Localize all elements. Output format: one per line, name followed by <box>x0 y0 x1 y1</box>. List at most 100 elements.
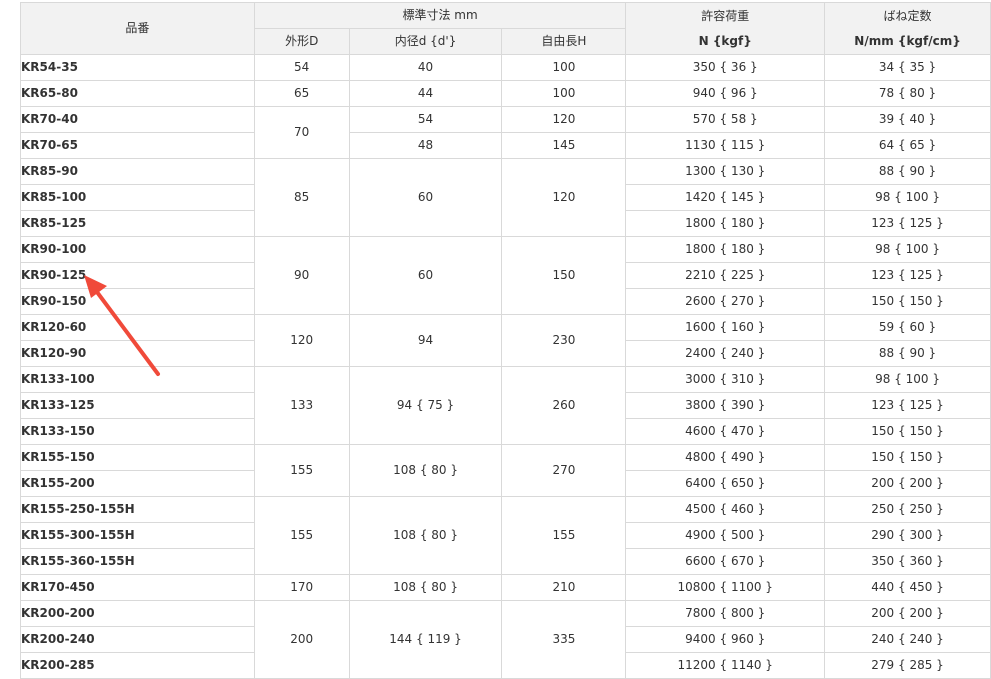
part-number-cell: KR85-125 <box>20 210 255 237</box>
table-row: KR120-60 120 94 230 1600 { 160 } 59 { 60 } <box>20 314 991 367</box>
allowable-load-cell: 3800 { 390 } <box>625 392 826 419</box>
spring-rate-cell: 88 { 90 } <box>824 340 991 367</box>
table-row: KR133-100 133 94 { 75 } 260 3000 { 310 } 98 {… <box>20 366 991 445</box>
inner-diameter-cell: 54 <box>348 106 503 133</box>
part-number-cell: KR155-150 <box>20 444 255 471</box>
spring-rate-cell: 98 { 100 } <box>824 184 991 211</box>
outer-diameter-cell: 85 <box>253 158 350 237</box>
allowable-load-cell: 4600 { 470 } <box>625 418 826 445</box>
part-number-cell: KR155-360-155H <box>20 548 255 575</box>
spring-rate-cell: 98 { 100 } <box>824 236 991 263</box>
free-length-cell: 210 <box>501 574 627 601</box>
spring-rate-cell: 200 { 200 } <box>824 600 991 627</box>
spring-rate-cell: 123 { 125 } <box>824 210 991 237</box>
part-number-cell: KR85-90 <box>20 158 255 185</box>
part-number-cell: KR155-200 <box>20 470 255 497</box>
inner-diameter-cell: 94 <box>348 314 503 367</box>
header-load-line1: 許容荷重 <box>701 8 750 23</box>
part-number-cell: KR65-80 <box>20 80 255 107</box>
header-outer-d: 外形D <box>253 28 350 55</box>
spring-rate-cell: 440 { 450 } <box>824 574 991 601</box>
table-row: KR155-250-155H 155 108 { 80 } 155 4500 { 460… <box>20 496 991 575</box>
free-length-cell: 270 <box>501 444 627 497</box>
table-row: KR65-80 65 44 100 940 { 96 } 78 { 80 } <box>20 80 991 107</box>
inner-diameter-cell: 60 <box>348 236 503 315</box>
table-row: KR70-40 70 54 120 570 { 58 } 39 { 40 } <box>20 106 991 159</box>
outer-diameter-cell: 120 <box>253 314 350 367</box>
spring-rate-cell: 78 { 80 } <box>824 80 991 107</box>
header-row-1: 品番 標準寸法 mm 許容荷重 N {kgf} ばね定数 N/mm {kgf/c… <box>20 2 991 55</box>
allowable-load-cell: 6400 { 650 } <box>625 470 826 497</box>
header-free-length: 自由長H <box>501 28 627 55</box>
part-number-cell: KR155-250-155H <box>20 496 255 523</box>
allowable-load-cell: 7800 { 800 } <box>625 600 826 627</box>
allowable-load-cell: 6600 { 670 } <box>625 548 826 575</box>
spring-rate-cell: 123 { 125 } <box>824 392 991 419</box>
outer-diameter-cell: 155 <box>253 444 350 497</box>
spring-spec-table: 品番 標準寸法 mm 許容荷重 N {kgf} ばね定数 N/mm {kgf/c… <box>20 2 991 679</box>
table-row: KR170-450 170 108 { 80 } 210 10800 { 1100 } 4… <box>20 574 991 601</box>
inner-diameter-cell: 108 { 80 } <box>348 496 503 575</box>
header-part-no: 品番 <box>20 2 255 55</box>
header-load-line2: N {kgf} <box>698 33 752 48</box>
spring-rate-cell: 200 { 200 } <box>824 470 991 497</box>
part-number-cell: KR170-450 <box>20 574 255 601</box>
spring-rate-cell: 240 { 240 } <box>824 626 991 653</box>
header-spring-rate: ばね定数 N/mm {kgf/cm} <box>824 2 991 55</box>
free-length-cell: 335 <box>501 600 627 679</box>
allowable-load-cell: 2600 { 270 } <box>625 288 826 315</box>
allowable-load-cell: 1600 { 160 } <box>625 314 826 341</box>
allowable-load-cell: 1800 { 180 } <box>625 210 826 237</box>
outer-diameter-cell: 170 <box>253 574 350 601</box>
spring-rate-cell: 150 { 150 } <box>824 444 991 471</box>
outer-diameter-cell: 70 <box>253 106 350 159</box>
free-length-cell: 145 <box>501 132 627 159</box>
inner-diameter-cell: 60 <box>348 158 503 237</box>
allowable-load-cell: 3000 { 310 } <box>625 366 826 393</box>
allowable-load-cell: 940 { 96 } <box>625 80 826 107</box>
inner-diameter-cell: 44 <box>348 80 503 107</box>
spec-table-body: KR54-35 54 40 100 350 { 36 } 34 { 35 } KR65-80… <box>20 54 991 679</box>
part-number-cell: KR133-125 <box>20 392 255 419</box>
part-number-cell: KR200-285 <box>20 652 255 679</box>
header-std-dim: 標準寸法 mm <box>253 2 627 29</box>
table-row: KR54-35 54 40 100 350 { 36 } 34 { 35 } <box>20 54 991 81</box>
outer-diameter-cell: 65 <box>253 80 350 107</box>
allowable-load-cell: 4800 { 490 } <box>625 444 826 471</box>
part-number-cell: KR85-100 <box>20 184 255 211</box>
spring-rate-cell: 59 { 60 } <box>824 314 991 341</box>
part-number-cell: KR133-150 <box>20 418 255 445</box>
part-number-cell: KR90-150 <box>20 288 255 315</box>
allowable-load-cell: 2400 { 240 } <box>625 340 826 367</box>
spring-rate-cell: 39 { 40 } <box>824 106 991 133</box>
allowable-load-cell: 11200 { 1140 } <box>625 652 826 679</box>
table-row: KR85-90 85 60 120 1300 { 130 } 88 { 90 } <box>20 158 991 237</box>
allowable-load-cell: 1420 { 145 } <box>625 184 826 211</box>
outer-diameter-cell: 155 <box>253 496 350 575</box>
spring-rate-cell: 150 { 150 } <box>824 288 991 315</box>
part-number-cell: KR200-240 <box>20 626 255 653</box>
free-length-cell: 100 <box>501 80 627 107</box>
table-row: KR90-100 90 60 150 1800 { 180 } 98 { 100 } <box>20 236 991 315</box>
part-number-cell: KR120-60 <box>20 314 255 341</box>
part-number-cell: KR90-125 <box>20 262 255 289</box>
free-length-cell: 155 <box>501 496 627 575</box>
spring-rate-cell: 250 { 250 } <box>824 496 991 523</box>
table-row: KR200-200 200 144 { 119 } 335 7800 { 800 } 20… <box>20 600 991 679</box>
allowable-load-cell: 4900 { 500 } <box>625 522 826 549</box>
header-rate-line2: N/mm {kgf/cm} <box>854 33 961 48</box>
part-number-cell: KR90-100 <box>20 236 255 263</box>
outer-diameter-cell: 200 <box>253 600 350 679</box>
free-length-cell: 120 <box>501 106 627 133</box>
spring-rate-cell: 279 { 285 } <box>824 652 991 679</box>
part-number-cell: KR120-90 <box>20 340 255 367</box>
allowable-load-cell: 9400 { 960 } <box>625 626 826 653</box>
inner-diameter-cell: 94 { 75 } <box>348 366 503 445</box>
part-number-cell: KR54-35 <box>20 54 255 81</box>
allowable-load-cell: 1800 { 180 } <box>625 236 826 263</box>
free-length-cell: 100 <box>501 54 627 81</box>
inner-diameter-cell: 48 <box>348 132 503 159</box>
inner-diameter-cell: 108 { 80 } <box>348 574 503 601</box>
allowable-load-cell: 570 { 58 } <box>625 106 826 133</box>
allowable-load-cell: 1300 { 130 } <box>625 158 826 185</box>
